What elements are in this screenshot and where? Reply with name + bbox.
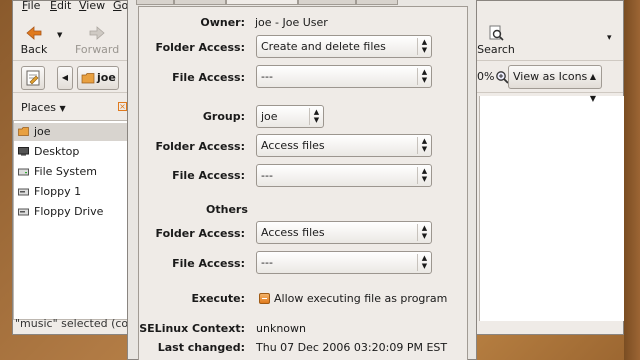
places-list: joe Desktop File System Floppy 1 Floppy … [13, 120, 129, 320]
places-item-floppy-drive[interactable]: Floppy Drive [14, 203, 128, 221]
drive-icon [18, 168, 29, 176]
zoom-level: 0% [477, 70, 495, 83]
others-folder-access-label: Folder Access: [155, 227, 246, 240]
group-label: Group: [202, 110, 245, 123]
path-button-label: joe [97, 71, 116, 84]
others-file-access-select[interactable]: --- ▲ ▼ [256, 251, 432, 274]
spin-arrows-icon: ▲ ▼ [417, 68, 431, 85]
group-folder-access-value: Access files [261, 139, 325, 152]
toolbar-overflow-icon[interactable]: ▾ [607, 33, 612, 43]
file-view-area[interactable] [479, 96, 625, 321]
close-icon[interactable]: × [118, 102, 127, 111]
group-folder-access-select[interactable]: Access files ▲ ▼ [256, 134, 432, 157]
spin-arrows-icon: ▲ ▼ [417, 224, 431, 241]
places-item-floppy-1[interactable]: Floppy 1 [14, 183, 128, 201]
zoom-in-icon[interactable] [495, 70, 509, 84]
menu-view[interactable]: View [79, 0, 105, 12]
owner-label: Owner: [200, 16, 245, 29]
group-file-access-select[interactable]: --- ▲ ▼ [256, 164, 432, 187]
places-item-label: joe [34, 125, 51, 138]
spin-arrows-icon: ▲ ▼ [309, 108, 323, 125]
places-item-file-system[interactable]: File System [14, 163, 128, 181]
group-select[interactable]: joe ▲ ▼ [256, 105, 324, 128]
home-folder-icon [81, 73, 95, 84]
view-as-label: View as Icons [513, 70, 588, 83]
menu-edit[interactable]: Edit [50, 0, 71, 12]
spin-arrows-icon: ▲ ▼ [417, 38, 431, 55]
execute-checkbox[interactable] [259, 293, 270, 304]
desktop-icon [18, 147, 29, 156]
floppy-icon [18, 208, 29, 216]
spin-arrows-icon: ▲ ▼ [417, 167, 431, 184]
spin-arrows-icon: ▲ ▼ [589, 72, 596, 103]
spin-arrows-icon: ▲ ▼ [417, 137, 431, 154]
others-file-access-label: File Access: [172, 257, 245, 270]
others-heading: Others [206, 203, 248, 216]
places-item-label: Desktop [34, 145, 80, 158]
owner-folder-access-value: Create and delete files [261, 40, 386, 53]
last-changed-label: Last changed: [157, 341, 245, 354]
tab-emblems[interactable] [174, 0, 226, 5]
owner-file-access-label: File Access: [172, 71, 245, 84]
back-label: Back [20, 43, 48, 56]
last-changed-value: Thu 07 Dec 2006 03:20:09 PM EST [256, 341, 448, 354]
group-folder-access-label: Folder Access: [155, 140, 246, 153]
permissions-panel: Owner: joe - Joe User Folder Access: Cre… [138, 6, 468, 360]
places-sidebar: Places ▼ × joe Desktop File System Flopp… [13, 96, 129, 321]
tab-permissions[interactable] [226, 0, 298, 5]
floppy-icon [18, 188, 29, 196]
tab-notes[interactable] [356, 0, 398, 5]
group-file-access-label: File Access: [172, 169, 245, 182]
owner-file-access-value: --- [261, 70, 273, 83]
places-item-label: File System [34, 165, 97, 178]
menu-file[interactable]: File [22, 0, 40, 12]
group-value: joe [261, 110, 278, 123]
search-label: Search [477, 43, 515, 56]
search-button[interactable]: Search [475, 21, 517, 56]
view-as-select[interactable]: View as Icons ▲ ▼ [508, 65, 602, 103]
others-folder-access-select[interactable]: Access files ▲ ▼ [256, 221, 432, 244]
chevron-down-icon: ▼ [59, 104, 66, 113]
back-button[interactable]: Back [19, 21, 49, 56]
back-history-icon[interactable]: ▼ [57, 31, 62, 39]
group-file-access-value: --- [261, 169, 273, 182]
tab-open-with[interactable] [298, 0, 356, 5]
path-left-button[interactable]: ◀ [57, 66, 73, 90]
status-bar: "music" selected (con [15, 317, 127, 330]
desktop-background [624, 0, 640, 360]
search-icon [489, 25, 504, 41]
owner-file-access-select[interactable]: --- ▲ ▼ [256, 65, 432, 88]
places-item-desktop[interactable]: Desktop [14, 143, 128, 161]
places-item-label: Floppy 1 [34, 185, 82, 198]
forward-arrow-icon [89, 26, 105, 40]
forward-button[interactable]: Forward [75, 21, 119, 56]
others-file-access-value: --- [261, 256, 273, 269]
owner-folder-access-select[interactable]: Create and delete files ▲ ▼ [256, 35, 432, 58]
selinux-value: unknown [256, 322, 306, 335]
places-header: Places [21, 101, 56, 114]
places-item-joe[interactable]: joe [14, 123, 128, 141]
path-button-joe[interactable]: joe [77, 66, 119, 90]
spin-arrows-icon: ▲ ▼ [417, 254, 431, 271]
forward-label: Forward [75, 43, 120, 56]
owner-value: joe - Joe User [255, 16, 328, 29]
places-item-label: Floppy Drive [34, 205, 104, 218]
edit-location-icon [26, 70, 40, 86]
back-arrow-icon [26, 26, 42, 40]
execute-label: Execute: [191, 292, 245, 305]
places-dropdown[interactable]: Places ▼ [21, 101, 66, 114]
selinux-label: SELinux Context: [139, 322, 245, 335]
execute-checkbox-label[interactable]: Allow executing file as program [274, 292, 447, 305]
owner-folder-access-label: Folder Access: [155, 41, 246, 54]
properties-dialog: Owner: joe - Joe User Folder Access: Cre… [127, 0, 477, 360]
toggle-location-button[interactable] [21, 66, 45, 90]
home-folder-icon [18, 127, 29, 136]
others-folder-access-value: Access files [261, 226, 325, 239]
tab-basic[interactable] [136, 0, 174, 5]
menu-go[interactable]: Go [113, 0, 128, 12]
